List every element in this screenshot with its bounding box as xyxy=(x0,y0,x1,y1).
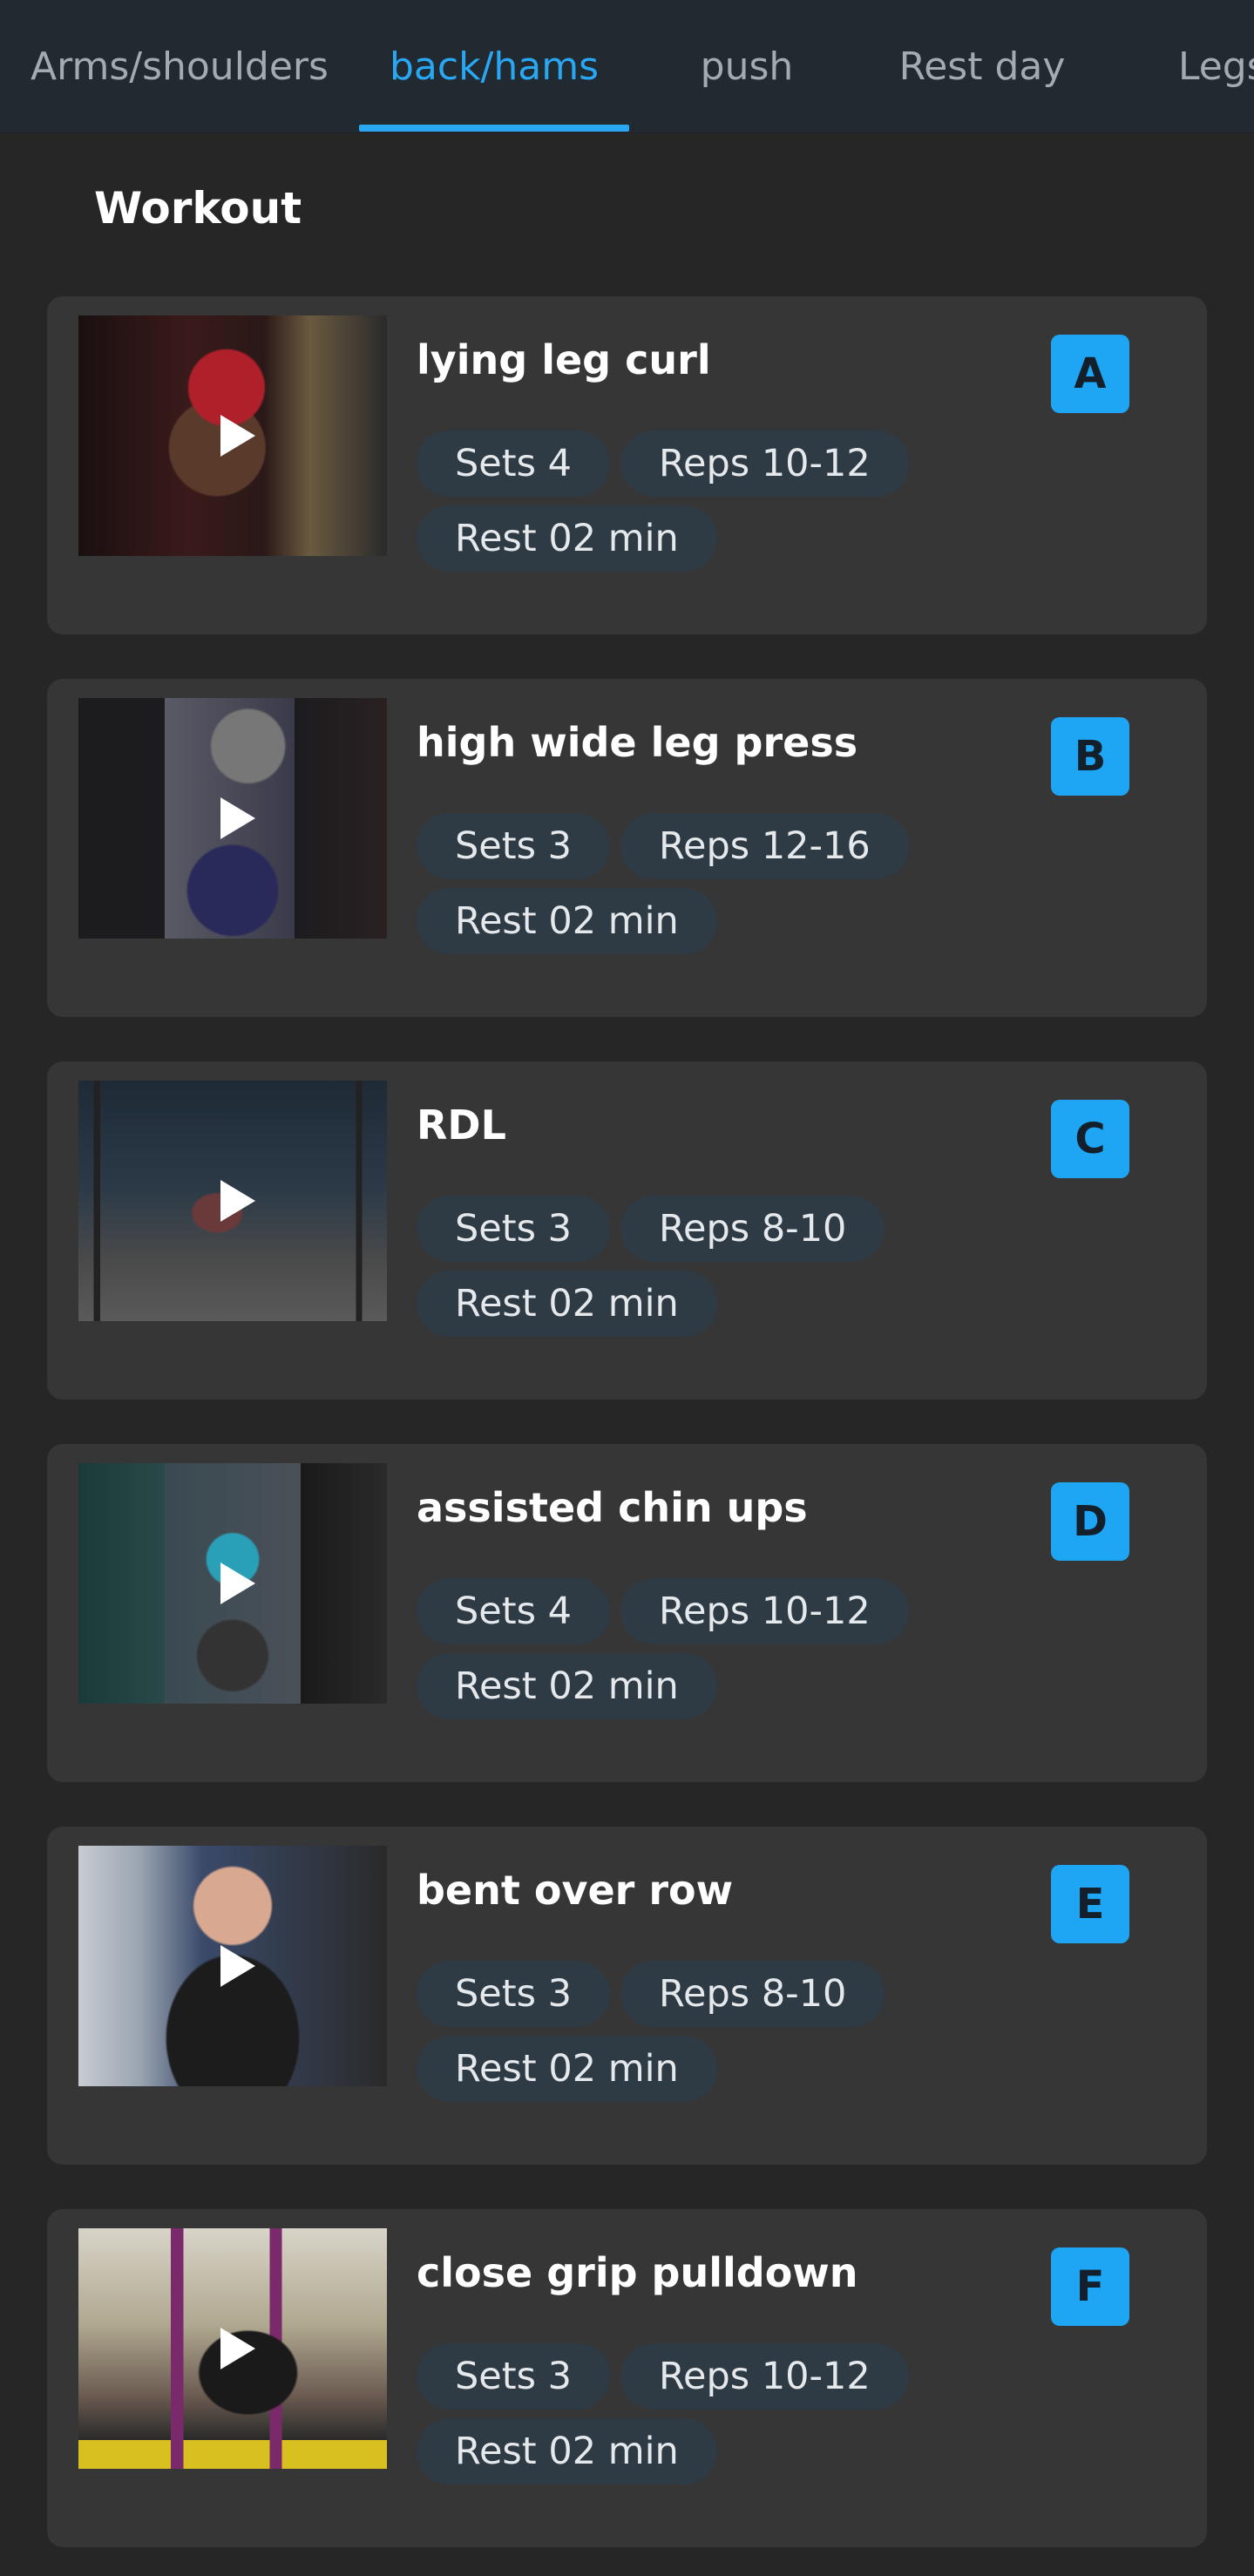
exercise-card[interactable]: assisted chin ups Sets 4 Reps 10-12 Rest 0… xyxy=(47,1444,1207,1782)
play-icon[interactable] xyxy=(220,1563,255,1604)
video-thumbnail[interactable] xyxy=(78,698,387,939)
tab-push[interactable]: push xyxy=(629,0,864,132)
exercise-name: assisted chin ups xyxy=(417,1484,808,1531)
rest-pill: Rest 02 min xyxy=(417,1271,717,1337)
exercise-letter-badge: C xyxy=(1051,1100,1129,1178)
exercise-name: RDL xyxy=(417,1102,506,1149)
sets-pill: Sets 4 xyxy=(417,430,611,497)
reps-pill: Reps 8-10 xyxy=(620,1196,885,1262)
play-icon[interactable] xyxy=(220,1180,255,1222)
sets-pill: Sets 3 xyxy=(417,1196,611,1262)
exercise-card[interactable]: close grip pulldown Sets 3 Reps 10-12 Rest… xyxy=(47,2209,1207,2547)
exercise-letter-badge: D xyxy=(1051,1482,1129,1561)
play-icon[interactable] xyxy=(220,1945,255,1987)
tab-rest-day[interactable]: Rest day xyxy=(864,0,1100,132)
reps-pill: Reps 10-12 xyxy=(620,430,909,497)
sets-pill: Sets 3 xyxy=(417,1961,611,2027)
sets-pill: Sets 3 xyxy=(417,2343,611,2410)
tab-back-hams[interactable]: back/hams xyxy=(359,0,629,132)
exercise-name: close grip pulldown xyxy=(417,2249,858,2296)
reps-pill: Reps 10-12 xyxy=(620,1578,909,1644)
rest-pill: Rest 02 min xyxy=(417,505,717,572)
video-thumbnail[interactable] xyxy=(78,315,387,556)
sets-pill: Sets 3 xyxy=(417,813,611,879)
exercise-name: lying leg curl xyxy=(417,336,711,383)
video-thumbnail[interactable] xyxy=(78,2228,387,2469)
exercise-letter-badge: A xyxy=(1051,335,1129,413)
tab-legs[interactable]: Legs xyxy=(1100,0,1254,132)
active-tab-indicator xyxy=(359,125,629,132)
reps-pill: Reps 8-10 xyxy=(620,1961,885,2027)
play-icon[interactable] xyxy=(220,415,255,457)
rest-pill: Rest 02 min xyxy=(417,2036,717,2102)
play-icon[interactable] xyxy=(220,2328,255,2369)
video-thumbnail[interactable] xyxy=(78,1846,387,2086)
exercise-card[interactable]: bent over row Sets 3 Reps 8-10 Rest 02 min… xyxy=(47,1827,1207,2165)
section-title: Workout xyxy=(94,183,302,234)
reps-pill: Reps 10-12 xyxy=(620,2343,909,2410)
tab-arms-shoulders[interactable]: Arms/shoulders xyxy=(0,0,359,132)
exercise-letter-badge: F xyxy=(1051,2247,1129,2326)
reps-pill: Reps 12-16 xyxy=(620,813,909,879)
play-icon[interactable] xyxy=(220,797,255,839)
exercise-card[interactable]: high wide leg press Sets 3 Reps 12-16 Rest… xyxy=(47,679,1207,1017)
exercise-card[interactable]: RDL Sets 3 Reps 8-10 Rest 02 min C xyxy=(47,1061,1207,1400)
rest-pill: Rest 02 min xyxy=(417,2418,717,2484)
video-thumbnail[interactable] xyxy=(78,1081,387,1321)
rest-pill: Rest 02 min xyxy=(417,888,717,954)
exercise-name: bent over row xyxy=(417,1867,734,1914)
exercise-letter-badge: B xyxy=(1051,717,1129,796)
sets-pill: Sets 4 xyxy=(417,1578,611,1644)
exercise-card[interactable]: lying leg curl Sets 4 Reps 10-12 Rest 02 m… xyxy=(47,296,1207,634)
tab-bar: Arms/shoulders back/hams push Rest day L… xyxy=(0,0,1254,133)
rest-pill: Rest 02 min xyxy=(417,1653,717,1719)
exercise-name: high wide leg press xyxy=(417,719,858,766)
video-thumbnail[interactable] xyxy=(78,1463,387,1704)
exercise-letter-badge: E xyxy=(1051,1865,1129,1943)
